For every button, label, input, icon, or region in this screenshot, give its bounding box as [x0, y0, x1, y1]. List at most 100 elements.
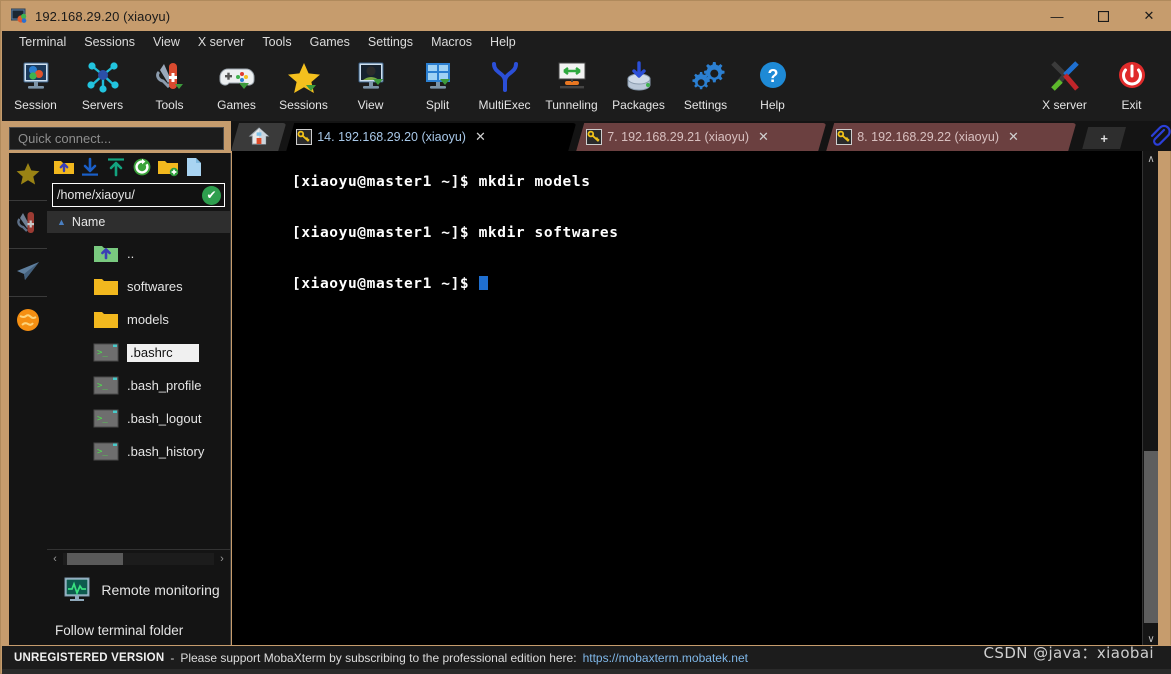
scroll-thumb[interactable]	[1144, 451, 1158, 623]
toolbar-button-servers[interactable]: Servers	[69, 57, 136, 119]
terminal-line: [xiaoyu@master1 ~]$	[236, 259, 1142, 310]
sftp-file-list[interactable]: .. softwares models >_ .bashrc >_ .bash_…	[47, 233, 230, 549]
key-icon	[836, 129, 852, 145]
scroll-left-arrow-icon[interactable]: ‹	[47, 553, 63, 565]
list-item[interactable]: models	[47, 303, 230, 336]
rail-send[interactable]	[9, 249, 47, 297]
toolbar-button-games[interactable]: Games	[203, 57, 270, 119]
mobaxterm-icon	[10, 8, 27, 24]
menu-item-terminal[interactable]: Terminal	[10, 33, 75, 51]
rail-tools[interactable]	[9, 201, 47, 249]
scroll-right-arrow-icon[interactable]: ›	[214, 553, 230, 565]
menu-item-macros[interactable]: Macros	[422, 33, 481, 51]
sftp-column-header[interactable]: ▲ Name	[47, 211, 230, 233]
list-item[interactable]: ..	[47, 237, 230, 270]
tab-session-3[interactable]: 8. 192.168.29.22 (xiaoyu) ✕	[826, 123, 1076, 151]
sftp-toolbar	[47, 153, 230, 181]
menu-item-games[interactable]: Games	[301, 33, 359, 51]
menu-item-help[interactable]: Help	[481, 33, 525, 51]
tab-session-1[interactable]: 14. 192.168.29.20 (xiaoyu) ✕	[286, 123, 576, 151]
script-file-icon: >_	[93, 375, 119, 396]
svg-text:>_: >_	[97, 381, 108, 391]
refresh-icon[interactable]	[131, 156, 153, 178]
tab-session-2[interactable]: 7. 192.168.29.21 (xiaoyu) ✕	[576, 123, 826, 151]
folder-icon	[93, 309, 119, 330]
toolbar-label-tools: Tools	[155, 98, 184, 112]
menu-item-x-server[interactable]: X server	[189, 33, 254, 51]
tab-home[interactable]	[231, 123, 286, 151]
toolbar-button-tools[interactable]: Tools	[136, 57, 203, 119]
terminal-prompt: [xiaoyu@master1 ~]$	[291, 276, 470, 292]
script-file-icon: >_	[93, 342, 119, 363]
upload-icon[interactable]	[105, 156, 127, 178]
servers-icon	[83, 59, 123, 97]
toolbar-button-split[interactable]: Split	[404, 57, 471, 119]
tab-close-2[interactable]: ✕	[758, 129, 769, 145]
list-item[interactable]: softwares	[47, 270, 230, 303]
packages-icon	[619, 59, 659, 97]
toolbar-label-servers: Servers	[81, 98, 124, 112]
mobaxterm-url-link[interactable]: https://mobaxterm.mobatek.net	[583, 651, 748, 665]
tab-label-2: 7. 192.168.29.21 (xiaoyu)	[607, 130, 749, 144]
terminal-prompt: [xiaoyu@master1 ~]$	[291, 174, 470, 190]
left-icon-rail	[9, 153, 47, 653]
list-item[interactable]: >_ .bash_history	[47, 435, 230, 468]
toolbar-button-multiexec[interactable]: MultiExec	[471, 57, 538, 119]
terminal-vertical-scrollbar[interactable]: ∧ ∨	[1142, 151, 1158, 647]
new-folder-icon[interactable]	[157, 156, 179, 178]
file-name: .bashrc	[127, 343, 199, 362]
menu-item-sessions[interactable]: Sessions	[75, 33, 144, 51]
view-icon	[351, 59, 391, 97]
tunneling-icon	[552, 59, 592, 97]
list-item[interactable]: >_ .bash_logout	[47, 402, 230, 435]
quick-connect-input[interactable]: Quick connect...	[9, 127, 224, 150]
toolbar-button-settings[interactable]: Settings	[672, 57, 739, 119]
new-tab-button[interactable]: +	[1082, 127, 1126, 149]
toolbar-button-view[interactable]: View	[337, 57, 404, 119]
download-icon[interactable]	[79, 156, 101, 178]
tab-close-1[interactable]: ✕	[475, 129, 486, 145]
toolbar-button-help[interactable]: ? Help	[739, 57, 806, 119]
toolbar-button-session[interactable]: Session	[2, 57, 69, 119]
list-item[interactable]: >_ .bash_profile	[47, 369, 230, 402]
monitor-graph-icon	[63, 577, 93, 603]
terminal-output[interactable]: [xiaoyu@master1 ~]$ mkdir models [xiaoyu…	[232, 151, 1142, 647]
svg-text:>_: >_	[97, 447, 108, 457]
tab-bar: 14. 192.168.29.20 (xiaoyu) ✕ 7. 192.168.…	[231, 121, 1171, 151]
toolbar-label-split: Split	[425, 98, 450, 112]
toolbar-label-help: Help	[760, 98, 785, 112]
toolbar-button-exit[interactable]: Exit	[1098, 57, 1165, 119]
new-file-icon[interactable]	[183, 156, 205, 178]
terminal-line: [xiaoyu@master1 ~]$ mkdir models	[236, 157, 1142, 208]
folder-up-icon[interactable]	[53, 156, 75, 178]
rail-bookmarks[interactable]	[9, 153, 47, 201]
file-name: .bash_profile	[127, 378, 202, 393]
csdn-watermark: CSDN @java：xiaobai	[983, 644, 1154, 662]
toolbar-button-packages[interactable]: Packages	[605, 57, 672, 119]
remote-monitoring-panel[interactable]: Remote monitoring	[47, 567, 230, 613]
toolbar-label-exit: Exit	[1121, 98, 1142, 112]
menu-item-tools[interactable]: Tools	[253, 33, 300, 51]
path-ok-check-icon[interactable]: ✔	[202, 186, 221, 205]
list-item[interactable]: >_ .bashrc	[47, 336, 230, 369]
toolbar-button-tunneling[interactable]: Tunneling	[538, 57, 605, 119]
close-button[interactable]: ✕	[1126, 1, 1171, 31]
menu-item-view[interactable]: View	[144, 33, 189, 51]
toolbar-button-x-server[interactable]: X server	[1031, 57, 1098, 119]
toolbar-button-sessions-star[interactable]: Sessions	[270, 57, 337, 119]
minimize-button[interactable]: —	[1034, 1, 1080, 31]
scroll-up-arrow-icon[interactable]: ∧	[1143, 151, 1159, 167]
terminal-cursor	[478, 276, 488, 290]
sftp-horizontal-scrollbar[interactable]: ‹ ›	[47, 549, 230, 567]
sftp-path-input[interactable]: /home/xiaoyu/ ✔	[52, 183, 225, 207]
rail-world[interactable]	[9, 297, 47, 345]
scroll-thumb[interactable]	[67, 552, 123, 565]
maximize-button[interactable]	[1080, 1, 1126, 31]
scroll-trough[interactable]	[63, 552, 214, 565]
file-name: .bash_logout	[127, 411, 202, 426]
follow-terminal-folder-option[interactable]: Follow terminal folder	[47, 613, 230, 647]
script-file-icon: >_	[93, 408, 119, 429]
tab-close-3[interactable]: ✕	[1008, 129, 1019, 145]
paperclip-icon[interactable]	[1146, 124, 1171, 148]
menu-item-settings[interactable]: Settings	[359, 33, 422, 51]
